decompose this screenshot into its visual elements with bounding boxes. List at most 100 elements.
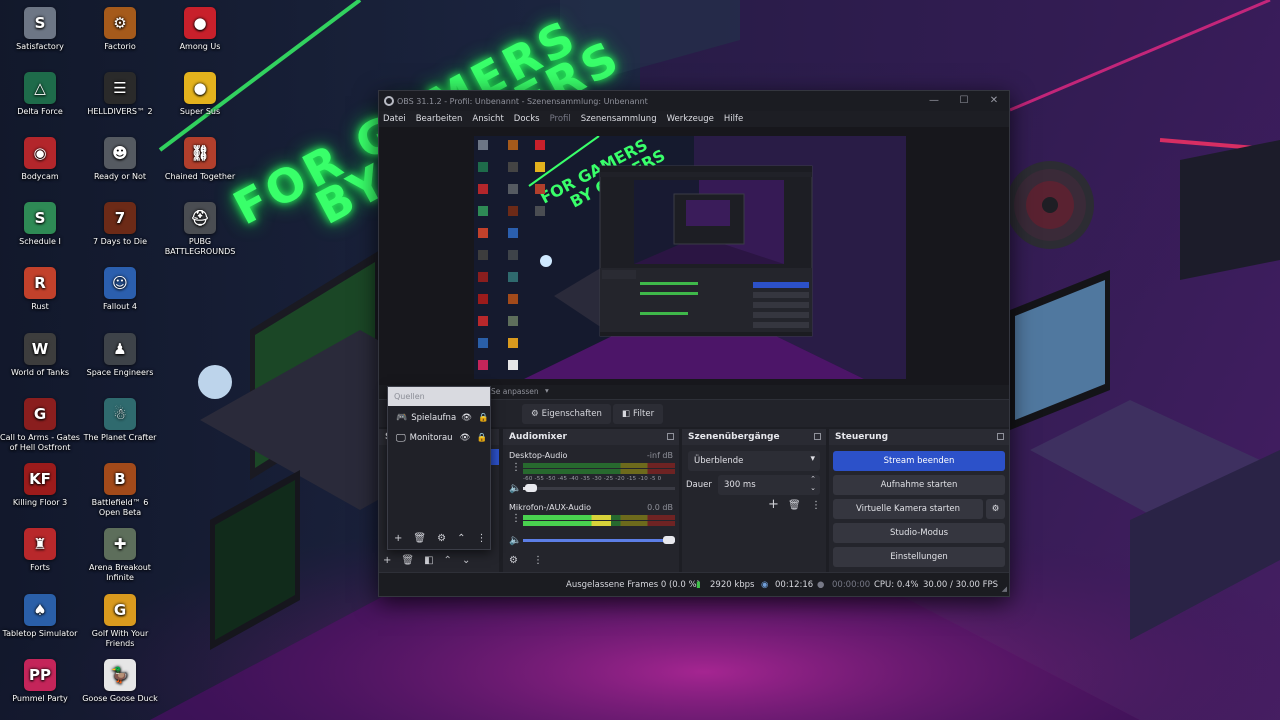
program-preview[interactable]: FOR GAMERS BY GAMERS [474, 136, 906, 379]
space-engineers-icon: ♟ [104, 333, 136, 365]
desktop-shortcut[interactable]: 🦆 Goose Goose Duck [80, 659, 160, 704]
desktop-shortcut[interactable]: ☰ HELLDIVERS™ 2 [80, 72, 160, 117]
desktop-shortcut[interactable]: ✚ Arena Breakout Infinite [80, 528, 160, 583]
undock-icon[interactable] [997, 433, 1004, 440]
desktop-shortcut[interactable]: ♠ Tabletop Simulator [0, 594, 80, 639]
remove-transition-icon[interactable]: 🗑 [788, 500, 801, 512]
lock-icon[interactable]: 🔒 [478, 413, 489, 423]
desktop-shortcut[interactable]: ☃ The Planet Crafter [80, 398, 160, 443]
desktop-shortcut-label: Super Sus [179, 107, 221, 116]
menu-docks[interactable]: Docks [514, 114, 540, 124]
desktop-shortcut[interactable]: 7 7 Days to Die [80, 202, 160, 247]
desktop-shortcut[interactable]: ● Super Sus [160, 72, 240, 117]
stop-stream-button[interactable]: Stream beenden [833, 451, 1005, 471]
desktop-shortcut[interactable]: △ Delta Force [0, 72, 80, 117]
properties-button[interactable]: ⚙ Eigenschaften [522, 404, 611, 424]
duration-input[interactable]: 300 ms ⌃ ⌄ [718, 475, 820, 495]
desktop-shortcut-label: Space Engineers [86, 368, 154, 377]
transition-select[interactable]: Überblende ▾ [688, 451, 820, 471]
move-up-icon[interactable]: ⌃ [457, 533, 465, 544]
desktop-shortcut[interactable]: S Satisfactory [0, 7, 80, 52]
speaker-icon[interactable]: 🔈 [509, 483, 521, 495]
menu-werkzeuge[interactable]: Werkzeuge [667, 114, 714, 124]
menu-szenensammlung[interactable]: Szenensammlung [581, 114, 657, 124]
desktop-shortcut[interactable]: S Schedule I [0, 202, 80, 247]
close-button[interactable]: ✕ [979, 91, 1009, 111]
desktop-shortcut[interactable]: B Battlefield™ 6 Open Beta [80, 463, 160, 518]
desktop-audio-volume-slider[interactable] [523, 484, 675, 492]
desktop-shortcut[interactable]: PP Pummel Party [0, 659, 80, 704]
source-item-monitoraufnahme[interactable]: 🖵 Monitorau 👁 🔒 [388, 429, 490, 447]
channel-menu-icon[interactable]: ⋮ [511, 513, 521, 525]
desktop-shortcut[interactable]: W World of Tanks [0, 333, 80, 378]
desktop-shortcut[interactable]: ⚙ Factorio [80, 7, 160, 52]
desktop-shortcut[interactable]: G Golf With Your Friends [80, 594, 160, 649]
stepper-up-icon[interactable]: ⌃ [810, 475, 816, 483]
desktop-shortcut-label: Satisfactory [16, 42, 64, 51]
transitions-header: Szenenübergänge [682, 429, 826, 445]
filter-button[interactable]: ◧ Filter [613, 404, 664, 424]
move-down-icon[interactable]: ⌄ [462, 555, 470, 566]
desktop-shortcut[interactable]: ♜ Forts [0, 528, 80, 573]
mixer-menu-icon[interactable]: ⋮ [533, 555, 543, 567]
scene-filter-icon[interactable]: ◧ [424, 555, 433, 566]
menu-bearbeiten[interactable]: Bearbeiten [416, 114, 463, 124]
desktop-shortcut-label: Ready or Not [93, 172, 147, 181]
transition-menu-icon[interactable]: ⋮ [811, 500, 821, 512]
menu-hilfe[interactable]: Hilfe [724, 114, 743, 124]
maximize-button[interactable]: ☐ [949, 91, 979, 111]
virtual-camera-settings-button[interactable]: ⚙ [986, 499, 1005, 519]
eye-icon[interactable]: 👁 [460, 433, 471, 443]
undock-icon[interactable] [667, 433, 674, 440]
desktop-shortcut[interactable]: ◉ Bodycam [0, 137, 80, 182]
desktop-audio-label: Desktop-Audio [509, 451, 568, 460]
channel-menu-icon[interactable]: ⋮ [511, 462, 521, 474]
desktop-shortcut[interactable]: ☻ Ready or Not [80, 137, 160, 182]
start-virtual-camera-button[interactable]: Virtuelle Kamera starten [833, 499, 983, 519]
desktop-shortcut-label: PUBG BATTLEGROUNDS [164, 237, 236, 256]
eye-icon[interactable]: 👁 [461, 413, 472, 423]
start-recording-button[interactable]: Aufnahme starten [833, 475, 1005, 495]
stepper-down-icon[interactable]: ⌄ [810, 484, 816, 492]
chevron-down-icon[interactable]: ▾ [545, 386, 549, 395]
minimize-button[interactable]: — [919, 91, 949, 111]
undock-icon[interactable] [814, 433, 821, 440]
desktop-shortcut[interactable]: R Rust [0, 267, 80, 312]
menu-profil[interactable]: Profil [550, 114, 571, 124]
desktop-shortcut[interactable]: ☺ Fallout 4 [80, 267, 160, 312]
scene-item-selected[interactable] [491, 449, 499, 465]
title-bar[interactable]: OBS 31.1.2 - Profil: Unbenannt - Szenens… [379, 91, 1009, 111]
lock-icon[interactable]: 🔒 [476, 433, 487, 443]
advanced-audio-icon[interactable]: ⚙ [509, 555, 518, 567]
desktop-shortcut[interactable]: G Call to Arms - Gates of Hell Ostfront [0, 398, 80, 453]
preview-capture-image: FOR GAMERS BY GAMERS [474, 136, 906, 379]
source-properties-icon[interactable]: ⚙ [437, 533, 446, 544]
remove-scene-icon[interactable]: 🗑 [401, 555, 414, 566]
desktop-shortcut[interactable]: ♟ Space Engineers [80, 333, 160, 378]
source-menu-icon[interactable]: ⋮ [476, 533, 486, 544]
sources-dock-title[interactable]: Quellen [388, 387, 490, 406]
audio-mixer-header: Audiomixer [503, 429, 679, 445]
scale-to-fit-label[interactable]: Se anpassen [491, 387, 539, 396]
settings-button[interactable]: Einstellungen [833, 547, 1005, 567]
desktop-shortcut[interactable]: KF Killing Floor 3 [0, 463, 80, 508]
speaker-icon[interactable]: 🔈 [509, 535, 521, 547]
desktop-shortcut[interactable]: ⛑ PUBG BATTLEGROUNDS [160, 202, 240, 257]
desktop-shortcut[interactable]: ⛓ Chained Together [160, 137, 240, 182]
menu-datei[interactable]: Datei [383, 114, 406, 124]
mic-aux-volume-slider[interactable] [523, 536, 675, 544]
record-time: 00:00:00 [832, 580, 871, 590]
remove-source-icon[interactable]: 🗑 [413, 533, 426, 544]
resize-grip-icon[interactable]: ◢ [1002, 585, 1007, 593]
add-source-icon[interactable]: + [394, 533, 402, 544]
source-item-spielaufnahme[interactable]: 🎮 Spielaufna 👁 🔒 [388, 409, 490, 427]
menu-ansicht[interactable]: Ansicht [472, 114, 503, 124]
move-up-icon[interactable]: ⌃ [444, 555, 452, 566]
mic-aux-db: 0.0 dB [647, 503, 673, 512]
desktop-shortcut[interactable]: ● Among Us [160, 7, 240, 52]
studio-mode-button[interactable]: Studio-Modus [833, 523, 1005, 543]
desktop-shortcut-label: Tabletop Simulator [2, 629, 78, 638]
add-transition-icon[interactable]: + [768, 498, 779, 511]
audio-mixer-panel: Audiomixer Desktop-Audio -inf dB ⋮ -60 -… [503, 429, 679, 572]
add-scene-icon[interactable]: + [383, 555, 391, 566]
